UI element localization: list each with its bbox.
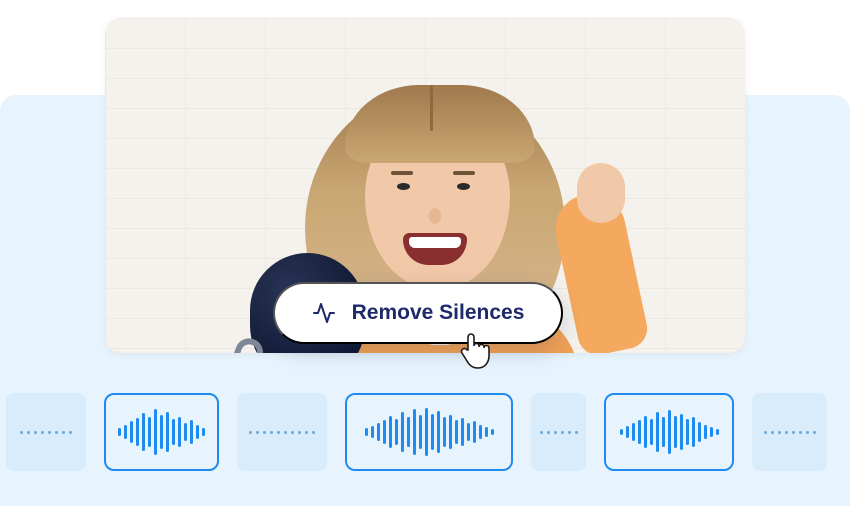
remove-silences-label: Remove Silences (352, 301, 525, 325)
silence-segment[interactable] (531, 393, 586, 471)
remove-silences-button[interactable]: Remove Silences (273, 282, 563, 344)
silence-segment[interactable] (237, 393, 327, 471)
audio-segment[interactable] (104, 393, 219, 471)
silence-segment[interactable] (752, 393, 827, 471)
waveform-icon (365, 408, 494, 456)
pulse-icon (312, 301, 336, 325)
audio-timeline[interactable] (0, 382, 850, 482)
pointer-cursor-icon (458, 330, 492, 370)
silence-segment[interactable] (6, 393, 86, 471)
waveform-icon (620, 410, 719, 454)
waveform-icon (118, 409, 205, 455)
audio-segment[interactable] (604, 393, 734, 471)
audio-segment[interactable] (345, 393, 513, 471)
